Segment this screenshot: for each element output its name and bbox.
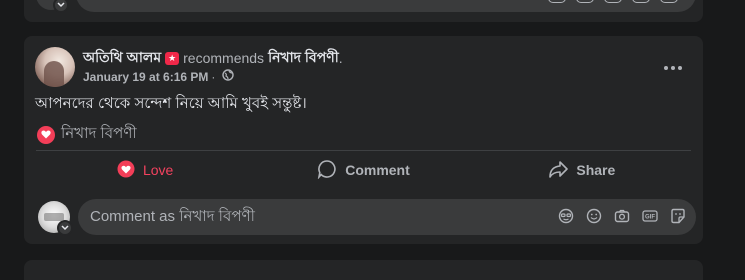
previous-comment-icons <box>548 0 678 3</box>
commenter-avatar[interactable] <box>38 201 73 236</box>
reaction-names: নিখাদ বিপণী <box>61 125 137 142</box>
emoji-icon[interactable] <box>576 0 594 3</box>
post-timestamp[interactable]: January 19 at 6:16 PM <box>83 70 208 84</box>
next-post-fragment <box>24 260 703 280</box>
comment-composer: Comment as নিখাদ বিপণী GIF <box>36 199 696 236</box>
comment-icon <box>317 159 337 182</box>
recommend-icon: ★ <box>165 51 180 65</box>
comment-input[interactable]: Comment as নিখাদ বিপণী GIF <box>78 199 696 235</box>
page-name-link[interactable]: নিখাদ বিপণী <box>268 46 339 70</box>
emoji-icon[interactable] <box>586 208 602 224</box>
more-options-icon[interactable] <box>663 58 683 78</box>
camera-icon[interactable] <box>614 208 630 224</box>
post-header: অতিথি আলম ★ recommends নিখাদ বিপণী. <box>83 46 343 70</box>
share-button[interactable]: Share <box>473 154 691 186</box>
comment-label: Comment <box>345 162 410 178</box>
recommends-label: recommends <box>183 50 265 66</box>
recommendation-post: অতিথি আলম ★ recommends নিখাদ বিপণী. Janu… <box>24 36 703 244</box>
globe-icon <box>222 69 235 84</box>
comment-button[interactable]: Comment <box>254 154 472 186</box>
sticker-icon[interactable] <box>670 208 686 224</box>
emoji-icon[interactable] <box>548 0 566 3</box>
share-icon <box>548 159 569 182</box>
sticker-icon[interactable] <box>660 0 678 3</box>
reactions-summary[interactable]: নিখাদ বিপণী <box>37 122 137 147</box>
comment-tools: GIF <box>558 208 686 224</box>
post-text: আপনদের থেকে সন্দেশ নিয়ে আমি খুবই সন্তুষ… <box>35 95 307 112</box>
author-name[interactable]: অতিথি আলম <box>83 46 161 70</box>
header-period: . <box>338 50 343 66</box>
love-label: Love <box>142 162 174 178</box>
actions-divider <box>36 150 691 151</box>
meta-separator: · <box>211 69 216 84</box>
account-switch-chevron-icon[interactable] <box>57 220 73 236</box>
camera-icon[interactable] <box>604 0 622 3</box>
comment-placeholder: Comment as নিখাদ বিপণী <box>90 207 255 225</box>
author-avatar[interactable] <box>35 47 75 87</box>
gif-icon[interactable] <box>632 0 650 3</box>
love-icon <box>117 160 135 181</box>
action-bar: Love Comment Share <box>36 154 691 186</box>
avatar-sticker-icon[interactable] <box>558 208 574 224</box>
previous-post-fragment <box>24 0 703 22</box>
gif-icon[interactable]: GIF <box>642 208 658 224</box>
previous-comment-input[interactable] <box>76 0 696 12</box>
previous-comment-avatar[interactable] <box>36 0 69 13</box>
account-switch-chevron-icon[interactable] <box>53 0 69 13</box>
love-reaction-icon <box>37 125 55 144</box>
love-button[interactable]: Love <box>36 154 254 186</box>
svg-text:GIF: GIF <box>645 215 655 221</box>
share-label: Share <box>576 162 616 178</box>
post-meta: January 19 at 6:16 PM · <box>83 69 235 84</box>
